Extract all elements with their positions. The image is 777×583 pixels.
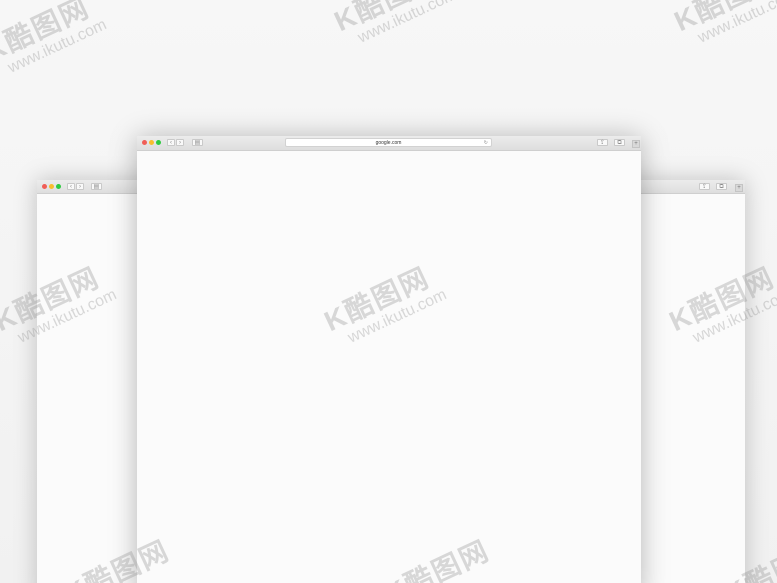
- chevron-left-icon: ‹: [70, 184, 72, 190]
- close-button[interactable]: [142, 140, 147, 145]
- sidebar-button[interactable]: ▤: [91, 183, 102, 190]
- page-content: [137, 151, 641, 583]
- share-button[interactable]: ⇪: [597, 139, 608, 146]
- watermark-logo: K酷图网: [670, 0, 777, 37]
- back-button[interactable]: ‹: [67, 183, 75, 190]
- sidebar-icon: ▤: [194, 140, 201, 146]
- sidebar-icon: ▤: [93, 184, 100, 190]
- watermark-logo: K酷图网: [0, 0, 95, 68]
- address-url: google.com: [375, 140, 402, 146]
- share-button[interactable]: ⇪: [699, 183, 710, 190]
- maximize-button[interactable]: [156, 140, 161, 145]
- share-icon: ⇪: [701, 184, 708, 190]
- watermark-logo: K酷图网: [330, 0, 452, 37]
- chevron-right-icon: ›: [179, 140, 181, 146]
- watermark: K酷图网 www.ikutu.com: [330, 0, 460, 54]
- watermark-url: www.ikutu.com: [5, 16, 110, 77]
- address-bar[interactable]: google.com ↻: [285, 138, 492, 147]
- new-tab-button[interactable]: +: [735, 184, 743, 192]
- browser-toolbar: ‹ › ▤ google.com ↻ ⇪ ⧉ +: [137, 136, 641, 151]
- maximize-button[interactable]: [56, 184, 61, 189]
- sidebar-button[interactable]: ▤: [192, 139, 203, 146]
- mockup-stage: ‹ › ▤ ⇪ ⧉ + ‹ › ▤ google.com ↻ ⇪ ⧉ + K酷图…: [0, 0, 777, 583]
- close-button[interactable]: [42, 184, 47, 189]
- chevron-right-icon: ›: [79, 184, 81, 190]
- tabs-icon: ⧉: [617, 140, 622, 146]
- browser-window-front: ‹ › ▤ google.com ↻ ⇪ ⧉ +: [137, 136, 641, 583]
- reload-icon[interactable]: ↻: [484, 140, 488, 146]
- watermark-url: www.ikutu.com: [695, 0, 777, 47]
- watermark: K酷图网 www.ikutu.com: [0, 0, 110, 84]
- share-icon: ⇪: [599, 140, 606, 146]
- back-button[interactable]: ‹: [167, 139, 175, 146]
- new-tab-button[interactable]: +: [632, 140, 640, 148]
- plus-icon: +: [737, 185, 741, 191]
- tabs-overview-button[interactable]: ⧉: [716, 183, 727, 190]
- tabs-icon: ⧉: [719, 184, 724, 190]
- minimize-button[interactable]: [149, 140, 154, 145]
- plus-icon: +: [634, 141, 638, 147]
- watermark: K酷图网 www.ikutu.com: [670, 0, 777, 54]
- forward-button[interactable]: ›: [176, 139, 184, 146]
- tabs-overview-button[interactable]: ⧉: [614, 139, 625, 146]
- chevron-left-icon: ‹: [170, 140, 172, 146]
- minimize-button[interactable]: [49, 184, 54, 189]
- forward-button[interactable]: ›: [76, 183, 84, 190]
- watermark-url: www.ikutu.com: [355, 0, 460, 47]
